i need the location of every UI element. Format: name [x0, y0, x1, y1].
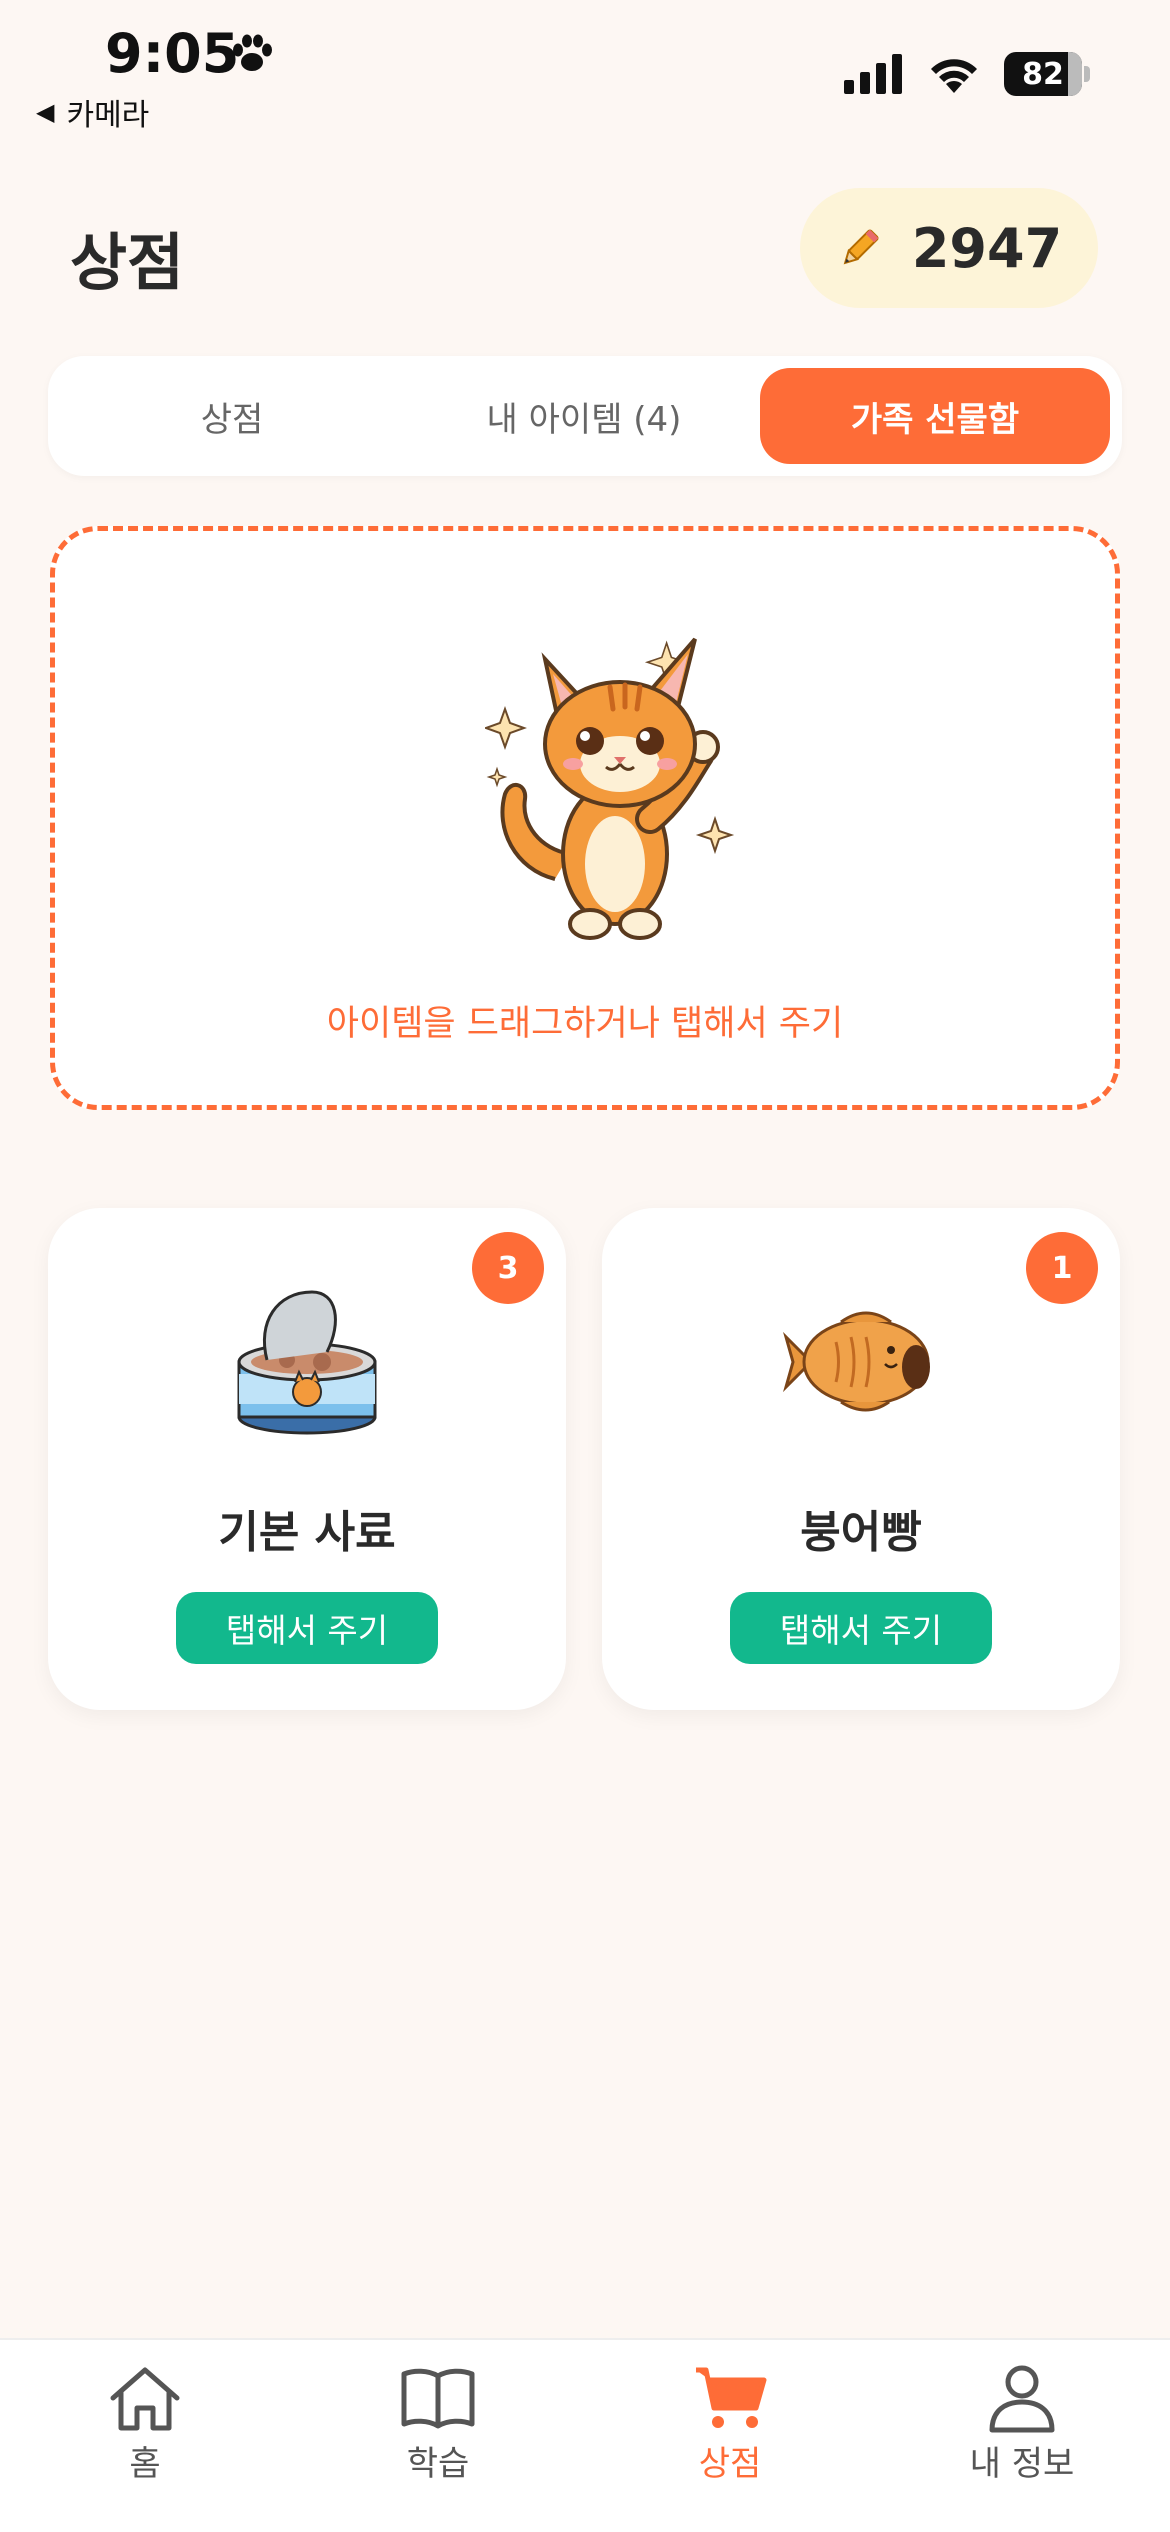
wifi-icon	[931, 59, 977, 93]
nav-home[interactable]: 홈	[45, 2362, 245, 2485]
nav-home-label: 홈	[129, 2444, 161, 2484]
drop-zone-hint: 아이템을 드래그하거나 탭해서 주기	[326, 1004, 844, 1044]
page-title: 상점	[70, 226, 185, 299]
nav-my-info-label: 내 정보	[969, 2444, 1075, 2484]
battery-level: 82	[1022, 56, 1064, 92]
nav-shop-label: 상점	[698, 2444, 762, 2484]
points-value: 2947	[911, 216, 1063, 280]
item-count-badge: 3	[472, 1232, 544, 1304]
bottom-nav: 홈 학습 상점 내 정보	[0, 2338, 1170, 2532]
back-triangle-icon: ◀	[36, 98, 55, 126]
give-button[interactable]: 탭해서 주기	[176, 1592, 438, 1664]
item-name: 붕어빵	[800, 1507, 922, 1558]
paw-icon	[233, 34, 272, 71]
book-icon	[401, 2368, 475, 2429]
status-time: 9:05	[105, 22, 240, 85]
nav-study-label: 학습	[406, 2444, 470, 2484]
fish-bread-icon	[783, 1311, 930, 1412]
user-icon	[989, 2365, 1055, 2433]
home-icon	[110, 2367, 180, 2431]
item-card-basic-food[interactable]: 3 기본 사료 탭해서 주기	[48, 1208, 566, 1710]
cat-waving-illustration	[485, 637, 735, 940]
points-badge: 2947	[800, 188, 1098, 308]
signal-icon	[844, 54, 902, 94]
tab-my-items[interactable]: 내 아이템 (4)	[412, 368, 756, 464]
cat-food-can-icon	[237, 1290, 377, 1435]
back-app-label: 카메라	[66, 98, 150, 133]
tab-shop[interactable]: 상점	[60, 368, 404, 464]
give-button[interactable]: 탭해서 주기	[730, 1592, 992, 1664]
item-card-fish-bread[interactable]: 1 붕어빵 탭해서 주기	[602, 1208, 1120, 1710]
nav-my-info[interactable]: 내 정보	[922, 2362, 1122, 2485]
item-name: 기본 사료	[218, 1507, 396, 1558]
back-to-app[interactable]: ◀ 카메라	[36, 90, 149, 134]
pencil-icon	[843, 229, 879, 265]
item-count-badge: 1	[1026, 1232, 1098, 1304]
cart-icon	[696, 2367, 767, 2428]
tab-family-gift-box[interactable]: 가족 선물함	[760, 368, 1110, 464]
tab-bar: 상점 내 아이템 (4) 가족 선물함	[48, 356, 1122, 476]
status-indicators: 82	[844, 52, 1090, 96]
nav-shop[interactable]: 상점	[630, 2362, 830, 2485]
shop-screen: 9:05 ◀ 카메라 82 상점 2947 상점 내 아이템 (4) 가족 선물…	[0, 0, 1170, 2532]
nav-study[interactable]: 학습	[338, 2362, 538, 2485]
gift-drop-zone[interactable]: 아이템을 드래그하거나 탭해서 주기	[50, 526, 1120, 1110]
battery-icon: 82	[1004, 52, 1090, 96]
